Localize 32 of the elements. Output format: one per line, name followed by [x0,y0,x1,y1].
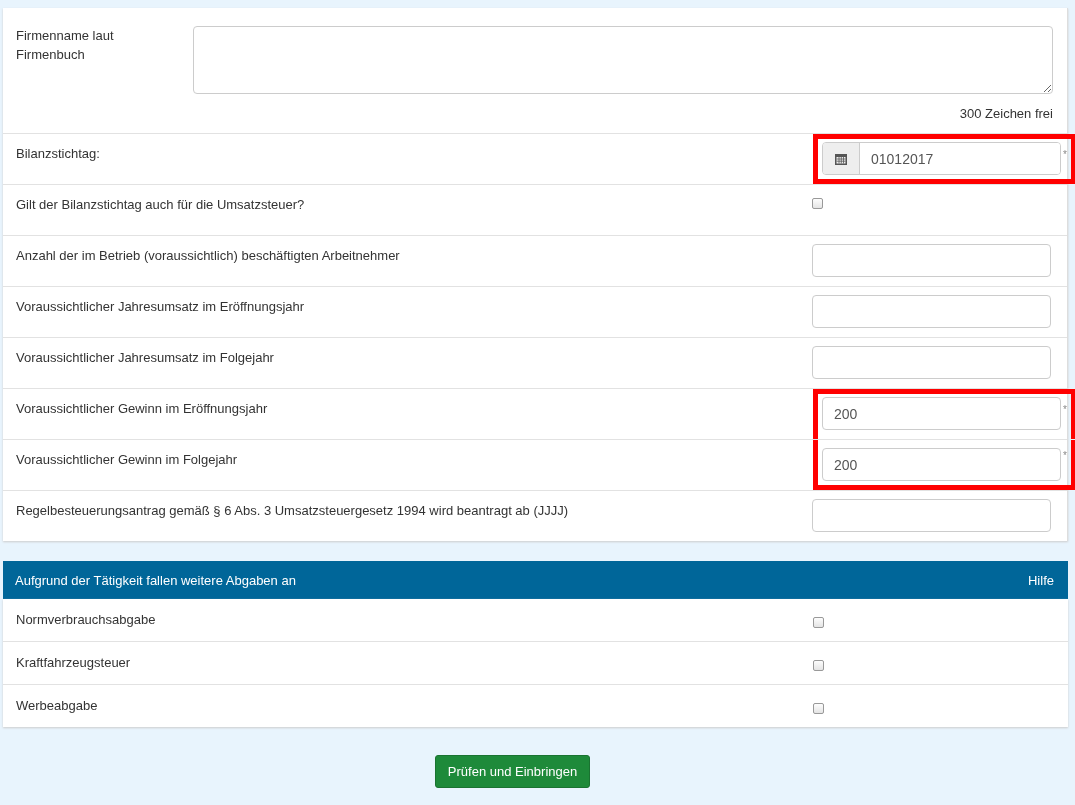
checkbox[interactable] [813,660,824,671]
calendar-icon [835,152,847,165]
field-label: Voraussichtlicher Jahresumsatz im Eröffnungsjahr [15,298,306,316]
required-mark: * [1063,450,1068,461]
field-label: Kraftfahrzeugsteuer [15,654,132,672]
text-field[interactable]: 200 [822,397,1061,430]
text-field[interactable] [812,244,1051,277]
field-label: Werbeabgabe [15,697,99,715]
text-field[interactable] [812,295,1051,328]
field-label: Voraussichtlicher Gewinn im Folgejahr [15,451,239,469]
submit-button[interactable]: Prüfen und Einbringen [434,755,591,788]
field-label: Normverbrauchsabgabe [15,611,157,629]
field-label: Firmenname laut Firmenbuch [16,27,115,64]
field-label: Anzahl der im Betrieb (voraussichtlich) beschäftigten Arbeitnehmer [15,247,401,265]
company-name-field[interactable] [193,26,1053,94]
field-label: Bilanzstichtag: [15,145,101,163]
checkbox[interactable] [813,703,824,714]
text-field[interactable] [812,346,1051,379]
field-label: Regelbesteuerungsantrag gemäß § 6 Abs. 3 Umsatzsteuergesetz 1994 wird beantragt ab (JJJJ) [15,502,570,520]
text-field[interactable]: 200 [822,448,1061,481]
required-mark: * [1063,404,1068,415]
character-counter: 300 Zeichen frei [959,106,1053,121]
checkbox[interactable] [813,617,824,628]
section-title: Aufgrund der Tätigkeit fallen weitere Abgaben an [15,573,296,588]
checkbox[interactable] [812,198,823,209]
field-label: Voraussichtlicher Gewinn im Eröffnungsjahr [15,400,269,418]
text-field[interactable] [812,499,1051,532]
field-label: Gilt der Bilanzstichtag auch für die Umsatzsteuer? [15,196,306,214]
field-label: Voraussichtlicher Jahresumsatz im Folgejahr [15,349,275,367]
required-mark: * [1063,149,1068,160]
date-field[interactable]: 01012017 [822,142,1061,175]
help-link[interactable]: Hilfe [1028,573,1054,588]
